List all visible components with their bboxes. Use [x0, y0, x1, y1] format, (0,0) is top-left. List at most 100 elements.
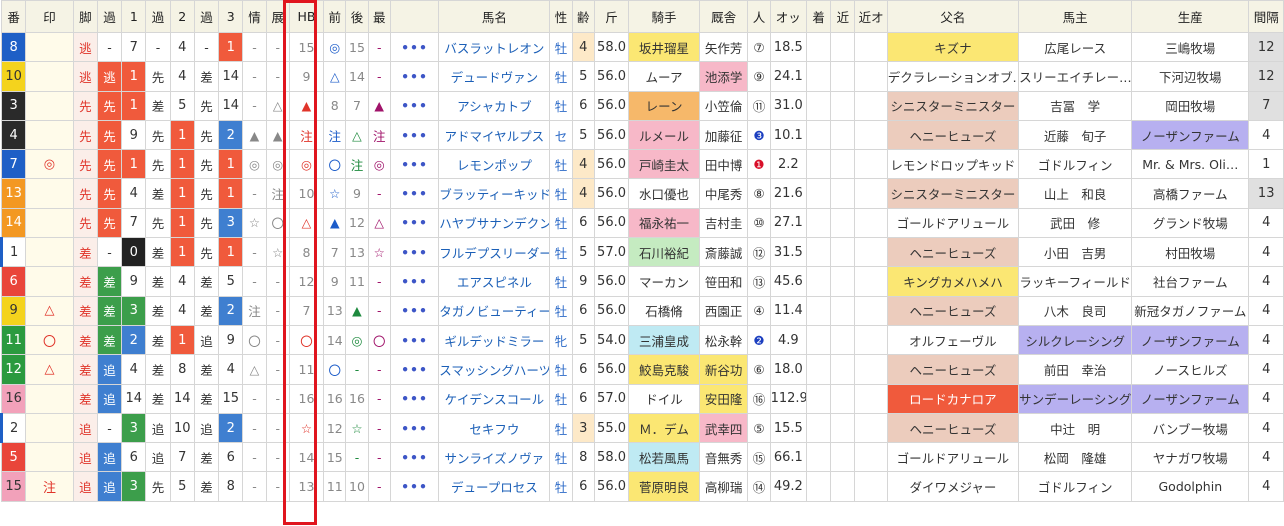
header-sai[interactable]: 最 — [367, 0, 391, 33]
header-pop[interactable]: 人 — [747, 0, 771, 33]
more-icon[interactable]: ••• — [401, 128, 428, 143]
mark-input[interactable] — [26, 297, 73, 325]
mark-input[interactable] — [26, 326, 73, 354]
cell-name[interactable]: アシャカトブ — [438, 90, 551, 121]
table-row[interactable]: 11差差2差1追9〇-〇14◎〇•••ギルデッドミラー牝554.0三浦皇成松永幹… — [0, 324, 1284, 356]
table-row[interactable]: 14 先先 7 先 1 先 3 ☆ 〇 △ ▲ 12 △ ••• ハヤブサナンデクン牡 6 56.0 福永祐一 吉村… — [0, 207, 1284, 239]
cell-name[interactable]: フルデプスリーダー — [438, 237, 551, 268]
more-icon[interactable]: ••• — [401, 391, 428, 406]
table-row[interactable]: 8 逃 -7-4-1- -15 ◎ 15- ••• バスラットレオン牡 4 58.0 坂井瑠星 矢作芳… — [0, 31, 1284, 63]
header-sex[interactable]: 性 — [549, 0, 573, 33]
more-icon[interactable]: ••• — [401, 69, 428, 84]
cell-name[interactable]: デュープロセス — [438, 471, 551, 502]
header-k3[interactable]: 過 — [193, 0, 220, 33]
more-icon[interactable]: ••• — [401, 421, 428, 436]
header-style[interactable]: 脚 — [72, 0, 98, 33]
more-icon[interactable]: ••• — [401, 40, 428, 55]
more-icon[interactable]: ••• — [401, 215, 428, 230]
table-row[interactable]: 4 先先 9 先 1 先 2 ▲ ▲ 注注 △ 注 ••• アドマイヤルプスセ 5 56.0 ルメール 加藤征 ❸ 1… — [0, 119, 1284, 151]
mark-input[interactable] — [26, 472, 73, 501]
cell-name[interactable]: タガノビューティー — [438, 295, 551, 326]
header-kin[interactable]: 斤 — [593, 0, 630, 33]
header-breeder[interactable]: 生産 — [1131, 0, 1250, 33]
mark-input[interactable] — [26, 238, 73, 266]
table-row[interactable]: 9差差3差4差2注-713▲-•••タガノビューティー牡656.0石橋脩西園正④… — [0, 295, 1284, 326]
table-row[interactable]: 16 差追 14 差 14 差 15- -16 16 16- ••• ケイデンスコール牡 6 57.0 ドイ… — [0, 383, 1284, 414]
cell-name[interactable]: バスラットレオン — [438, 31, 551, 63]
header-ten[interactable]: 展 — [265, 0, 290, 33]
more-icon[interactable]: ••• — [401, 98, 428, 113]
table-row[interactable]: 7先先1先1先1◎◎◎〇注◎•••レモンポップ牡456.0戸崎圭太田中博❶2.2… — [0, 149, 1284, 180]
cell-sire: ヘニーヒューズ — [886, 412, 1020, 444]
header-name[interactable]: 馬名 — [438, 0, 551, 33]
cell-name[interactable]: デュードヴァン — [438, 61, 551, 92]
mark-input[interactable] — [26, 209, 73, 237]
mark-input[interactable] — [26, 150, 73, 178]
header-sire[interactable]: 父名 — [886, 0, 1020, 33]
mark-input[interactable] — [26, 92, 73, 120]
mark-input[interactable] — [26, 267, 73, 296]
mark-input[interactable] — [26, 414, 73, 442]
header-owner[interactable]: 馬主 — [1018, 0, 1133, 33]
more-icon[interactable]: ••• — [401, 333, 428, 348]
header-num[interactable]: 番 — [0, 0, 27, 33]
header-p2[interactable]: 2 — [169, 0, 195, 33]
header-kin2[interactable]: 近 — [830, 0, 856, 33]
table-row[interactable]: 12差追4差8差4△-11〇--•••スマッシングハーツ牡656.0鮫島克駿新谷… — [0, 354, 1284, 385]
header-age[interactable]: 齢 — [571, 0, 595, 33]
table-row[interactable]: 10 逃逃 1 先 4 差 14- -9 △ 14- ••• デュードヴァン牡 5 56.0 ムーア 池添学 ⑨… — [0, 61, 1284, 92]
cell-name[interactable]: レモンポップ — [438, 149, 551, 180]
more-icon[interactable]: ••• — [401, 157, 428, 172]
more-icon[interactable]: ••• — [401, 245, 428, 260]
cell-name[interactable]: アドマイヤルプス — [438, 119, 551, 151]
more-icon[interactable]: ••• — [401, 450, 428, 465]
table-row[interactable]: 5 追追 6 追 7 差 6- -14 15- - ••• サンライズノヴァ牡 8 58.0 松若風馬 音無秀… — [0, 442, 1284, 473]
mark-input[interactable] — [26, 121, 73, 149]
more-icon[interactable]: ••• — [401, 362, 428, 377]
table-row[interactable]: 1 差 -0 差 1 先 1- ☆ 8 7 13 ☆ ••• フルデプスリーダー牡 5 57.0 石川裕紀 斎藤誠… — [0, 237, 1284, 268]
mark-input[interactable] — [26, 62, 73, 91]
header-p3[interactable]: 3 — [218, 0, 244, 33]
table-row[interactable]: 6 差差 9 差 4 差 5- -12 9 11- ••• エアスピネル牡 9 56.0 マーカン 笹田和 ⑬ 4… — [0, 266, 1284, 297]
header-info[interactable]: 情 — [242, 0, 267, 33]
header-k2[interactable]: 過 — [145, 0, 171, 33]
table-row[interactable]: 3 先先 1 差 5 先 14- △ ▲ 8 7 ▲ ••• アシャカトブ牡 6 56.0 レーン 小笠倫 ⑪ 31.… — [0, 90, 1284, 121]
header-hb[interactable]: HB — [288, 0, 325, 33]
header-jockey[interactable]: 騎手 — [628, 0, 700, 33]
mark-input[interactable] — [26, 443, 73, 471]
more-icon[interactable]: ••• — [401, 303, 428, 318]
cell-name[interactable]: サンライズノヴァ — [438, 442, 551, 473]
mark-input[interactable] — [26, 385, 73, 413]
header-chaku[interactable]: 着 — [805, 0, 832, 33]
mark-input[interactable] — [26, 355, 73, 384]
cell-name[interactable]: エアスピネル — [438, 266, 551, 297]
header-ato[interactable]: 後 — [345, 0, 369, 33]
cell-name[interactable]: ケイデンスコール — [438, 383, 551, 414]
cell-name[interactable]: セキフウ — [438, 412, 551, 444]
mark-input[interactable] — [26, 179, 73, 208]
header-odds[interactable]: オッ — [769, 0, 807, 33]
header-dots[interactable] — [389, 0, 440, 33]
header-k1[interactable]: 過 — [96, 0, 123, 33]
header-stable[interactable]: 厩舎 — [698, 0, 749, 33]
header-kino[interactable]: 近オ — [854, 0, 888, 33]
header-interval[interactable]: 間隔 — [1248, 0, 1284, 33]
header-p1[interactable]: 1 — [121, 0, 147, 33]
more-icon[interactable]: ••• — [401, 186, 428, 201]
cell-k1: 先 — [96, 207, 123, 239]
mark-input[interactable] — [26, 33, 73, 61]
header-mark[interactable]: 印 — [25, 0, 74, 33]
table-row[interactable]: 13 先先 4 差 1 先 1- 注 10 ☆ 9- ••• ブラッティーキッド牡 4 56.0 水口優也 中尾… — [0, 178, 1284, 209]
cell-name[interactable]: ハヤブサナンデクン — [438, 207, 551, 239]
cell-name[interactable]: ブラッティーキッド — [438, 178, 551, 209]
cell-p1: 1 — [121, 149, 147, 180]
cell-name[interactable]: ギルデッドミラー — [438, 324, 551, 356]
cell-info: - — [242, 178, 267, 209]
cell-jockey: 水口優也 — [628, 178, 700, 209]
header-mae[interactable]: 前 — [323, 0, 347, 33]
more-icon[interactable]: ••• — [401, 479, 428, 494]
table-row[interactable]: 15追追3先5差8--131110-•••デュープロセス牡656.0菅原明良高柳… — [0, 471, 1284, 502]
more-icon[interactable]: ••• — [401, 274, 428, 289]
table-row[interactable]: 2 追 -3 追 10 追 2- - ☆ 12 ☆ - ••• セキフウ牡 3 55.0 Ｍ．デム 武幸四 ⑤ 15.… — [0, 412, 1284, 444]
cell-name[interactable]: スマッシングハーツ — [438, 354, 551, 385]
